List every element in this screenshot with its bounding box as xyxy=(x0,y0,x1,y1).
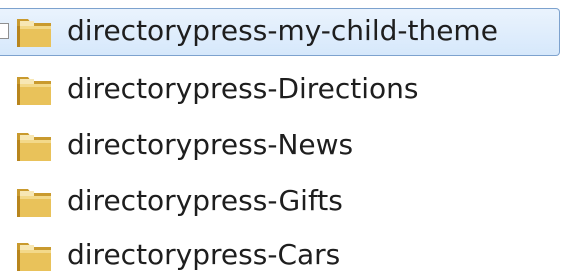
list-item-directorypress-directions[interactable]: directorypress-Directions xyxy=(0,66,566,114)
list-item-directorypress-my-child-theme[interactable]: directorypress-my-child-theme xyxy=(0,8,566,56)
item-name: directorypress-News xyxy=(67,128,354,161)
folder-icon xyxy=(14,72,54,108)
item-name: directorypress-my-child-theme xyxy=(67,14,498,47)
list-item-directorypress-gifts[interactable]: directorypress-Gifts xyxy=(0,178,566,226)
folder-icon xyxy=(14,238,54,274)
folder-icon xyxy=(14,128,54,164)
file-list: directorypress-my-child-theme directoryp… xyxy=(0,0,566,276)
item-name: directorypress-Gifts xyxy=(67,184,343,217)
list-item-directorypress-cars[interactable]: directorypress-Cars xyxy=(0,232,566,276)
item-name: directorypress-Cars xyxy=(67,238,341,271)
folder-icon xyxy=(14,184,54,220)
list-item-directorypress-news[interactable]: directorypress-News xyxy=(0,122,566,170)
item-name: directorypress-Directions xyxy=(67,72,419,105)
folder-icon xyxy=(14,14,54,50)
checkbox-icon[interactable] xyxy=(0,23,9,39)
explorer-window: directorypress-my-child-theme directoryp… xyxy=(0,0,566,276)
